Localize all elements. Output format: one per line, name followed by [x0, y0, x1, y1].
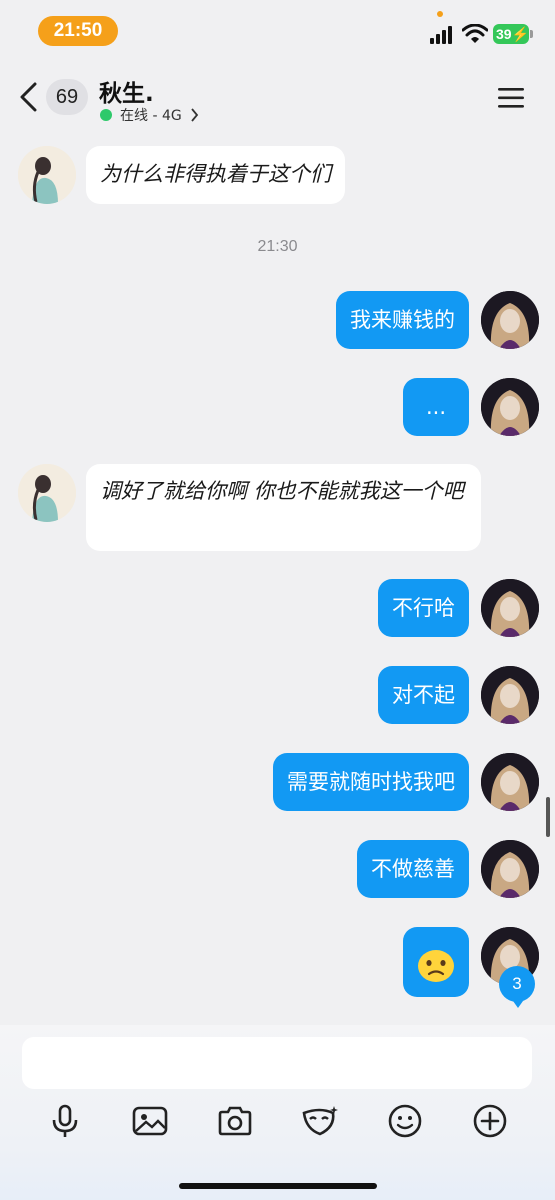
chevron-right-icon — [191, 108, 198, 122]
message-input[interactable] — [22, 1037, 532, 1089]
menu-icon[interactable] — [498, 87, 524, 109]
my-avatar[interactable] — [481, 291, 539, 349]
contact-avatar[interactable] — [18, 464, 76, 522]
message-timestamp: 21:30 — [257, 238, 298, 255]
composer — [0, 1025, 555, 1200]
my-avatar[interactable] — [481, 666, 539, 724]
battery-cap — [530, 30, 533, 38]
outgoing-message-bubble[interactable]: 我来赚钱的 — [336, 291, 469, 349]
outgoing-message-bubble[interactable] — [403, 927, 469, 997]
online-status[interactable]: 在线 - 4G — [100, 105, 199, 125]
unread-count-pill[interactable]: 69 — [46, 79, 88, 115]
chat-header: 69 秋生. 在线 - 4G — [0, 60, 555, 130]
online-status-text: 在线 - 4G — [120, 108, 182, 124]
image-icon — [132, 1106, 168, 1136]
my-avatar[interactable] — [481, 378, 539, 436]
contact-name[interactable]: 秋生. — [99, 74, 154, 108]
mask-icon — [302, 1106, 338, 1136]
emoji-icon — [388, 1104, 422, 1138]
battery-icon: 39⚡ — [493, 24, 529, 44]
home-indicator[interactable] — [179, 1183, 377, 1189]
incoming-message-bubble[interactable]: 调好了就给你啊 你也不能就我这一个吧 — [86, 464, 481, 551]
new-messages-badge[interactable]: 3 — [499, 966, 535, 1008]
mic-button[interactable] — [45, 1101, 85, 1141]
camera-button[interactable] — [215, 1101, 255, 1141]
outgoing-message-bubble[interactable]: 需要就随时找我吧 — [273, 753, 469, 811]
status-bar: 21:50 39⚡ — [0, 0, 555, 60]
my-avatar[interactable] — [481, 840, 539, 898]
plus-icon — [473, 1104, 507, 1138]
battery-level: 39 — [496, 26, 512, 42]
image-button[interactable] — [130, 1101, 170, 1141]
mic-icon — [52, 1104, 78, 1137]
online-dot-icon — [100, 109, 112, 121]
plus-button[interactable] — [470, 1101, 510, 1141]
outgoing-message-bubble[interactable]: ... — [403, 378, 469, 436]
wifi-icon — [462, 24, 488, 43]
contact-avatar[interactable] — [18, 146, 76, 204]
back-chevron-icon[interactable] — [18, 82, 38, 112]
privacy-indicator — [437, 11, 443, 17]
outgoing-message-bubble[interactable]: 不行哈 — [378, 579, 469, 637]
emoji-button[interactable] — [385, 1101, 425, 1141]
incoming-message-bubble[interactable]: 为什么非得执着于这个们 — [86, 146, 345, 204]
mask-button[interactable] — [300, 1101, 340, 1141]
outgoing-message-bubble[interactable]: 不做慈善 — [357, 840, 469, 898]
scrollbar[interactable] — [546, 797, 550, 837]
my-avatar[interactable] — [481, 753, 539, 811]
status-time: 21:50 — [38, 16, 118, 46]
camera-icon — [218, 1106, 252, 1136]
my-avatar[interactable] — [481, 579, 539, 637]
confused-face-icon — [418, 950, 454, 982]
cellular-signal-icon — [430, 26, 456, 44]
outgoing-message-bubble[interactable]: 对不起 — [378, 666, 469, 724]
